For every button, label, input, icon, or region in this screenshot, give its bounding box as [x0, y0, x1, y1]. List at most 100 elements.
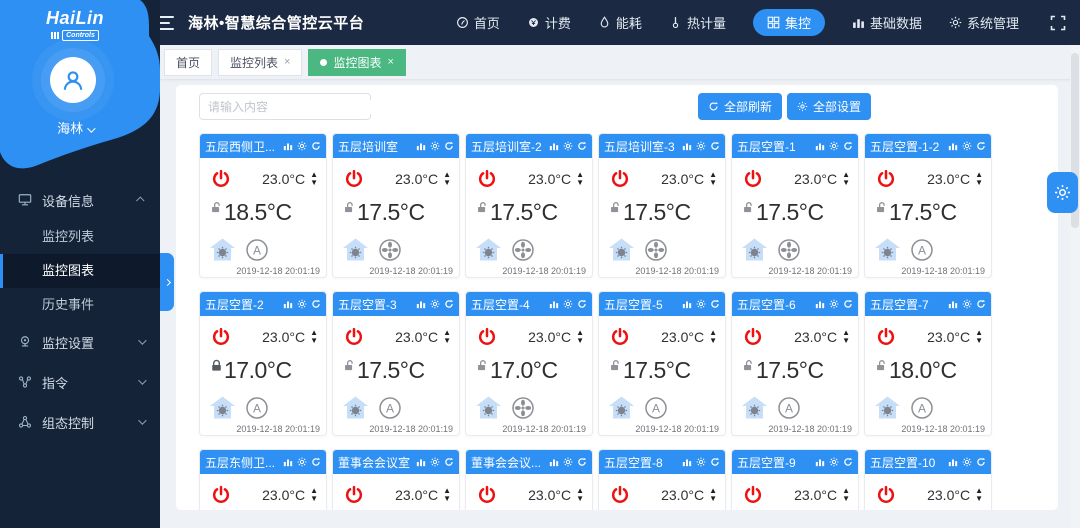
refresh-icon[interactable]	[976, 141, 986, 151]
lock-open-icon[interactable]	[875, 201, 888, 214]
lock-open-icon[interactable]	[609, 201, 622, 214]
close-icon[interactable]: ×	[387, 56, 393, 68]
setpoint-stepper[interactable]: ▲▼	[310, 329, 318, 345]
gear-icon[interactable]	[696, 299, 706, 309]
chart-icon[interactable]	[682, 299, 692, 309]
sidebar-item-device-info[interactable]: 设备信息	[0, 180, 160, 220]
fan-speed-icon[interactable]	[511, 396, 535, 420]
sidebar-item-config-control[interactable]: 组态控制	[0, 402, 160, 442]
fan-auto-icon[interactable]: A	[910, 238, 934, 262]
refresh-icon[interactable]	[710, 457, 720, 467]
refresh-icon[interactable]	[577, 141, 587, 151]
heat-mode-icon[interactable]	[209, 237, 236, 262]
chart-icon[interactable]	[416, 299, 426, 309]
setpoint-stepper[interactable]: ▲▼	[443, 171, 451, 187]
chart-icon[interactable]	[948, 141, 958, 151]
chart-icon[interactable]	[815, 299, 825, 309]
gear-icon[interactable]	[962, 141, 972, 151]
chart-icon[interactable]	[948, 457, 958, 467]
heat-mode-icon[interactable]	[342, 237, 369, 262]
power-icon[interactable]	[876, 327, 896, 347]
setpoint-stepper[interactable]: ▲▼	[842, 487, 850, 503]
gear-icon[interactable]	[563, 457, 573, 467]
refresh-icon[interactable]	[444, 299, 454, 309]
fullscreen-icon[interactable]	[1050, 15, 1066, 31]
refresh-icon[interactable]	[444, 141, 454, 151]
gear-icon[interactable]	[430, 141, 440, 151]
setpoint-stepper[interactable]: ▲▼	[709, 171, 717, 187]
heat-mode-icon[interactable]	[874, 237, 901, 262]
chart-icon[interactable]	[283, 141, 293, 151]
step-down-icon[interactable]: ▼	[576, 179, 584, 187]
sidebar-item-history-events[interactable]: 历史事件	[0, 288, 160, 322]
sidebar-item-monitor-list[interactable]: 监控列表	[0, 220, 160, 254]
power-icon[interactable]	[477, 485, 497, 505]
setpoint-stepper[interactable]: ▲▼	[310, 171, 318, 187]
refresh-all-button[interactable]: 全部刷新	[698, 93, 782, 120]
refresh-icon[interactable]	[577, 299, 587, 309]
step-down-icon[interactable]: ▼	[310, 179, 318, 187]
fan-auto-icon[interactable]: A	[378, 396, 402, 420]
chart-icon[interactable]	[682, 457, 692, 467]
refresh-icon[interactable]	[710, 299, 720, 309]
step-down-icon[interactable]: ▼	[310, 337, 318, 345]
sidebar-item-monitor-chart[interactable]: 监控图表	[0, 254, 160, 288]
chart-icon[interactable]	[549, 141, 559, 151]
power-icon[interactable]	[876, 169, 896, 189]
nav-base-data[interactable]: 基础数据	[852, 13, 922, 32]
refresh-icon[interactable]	[976, 299, 986, 309]
step-down-icon[interactable]: ▼	[842, 495, 850, 503]
search-input[interactable]	[200, 100, 371, 114]
chart-icon[interactable]	[416, 141, 426, 151]
heat-mode-icon[interactable]	[209, 395, 236, 420]
fan-auto-icon[interactable]: A	[245, 238, 269, 262]
nav-heat-metering[interactable]: 热计量	[669, 13, 726, 32]
power-icon[interactable]	[477, 327, 497, 347]
nav-central-control[interactable]: 集控	[753, 9, 825, 36]
power-icon[interactable]	[743, 485, 763, 505]
step-down-icon[interactable]: ▼	[709, 179, 717, 187]
heat-mode-icon[interactable]	[475, 237, 502, 262]
refresh-icon[interactable]	[577, 457, 587, 467]
lock-open-icon[interactable]	[343, 201, 356, 214]
lock-open-icon[interactable]	[609, 359, 622, 372]
scrollbar-track[interactable]	[1070, 45, 1080, 528]
floating-settings-button[interactable]	[1047, 172, 1078, 213]
sidebar-collapse-handle[interactable]	[160, 253, 174, 311]
setpoint-stepper[interactable]: ▲▼	[576, 329, 584, 345]
setpoint-stepper[interactable]: ▲▼	[709, 487, 717, 503]
refresh-icon[interactable]	[311, 457, 321, 467]
lock-closed-icon[interactable]	[210, 359, 223, 372]
fan-auto-icon[interactable]: A	[644, 396, 668, 420]
step-down-icon[interactable]: ▼	[975, 179, 983, 187]
power-icon[interactable]	[743, 169, 763, 189]
power-icon[interactable]	[477, 169, 497, 189]
chart-icon[interactable]	[283, 299, 293, 309]
gear-icon[interactable]	[297, 141, 307, 151]
step-down-icon[interactable]: ▼	[709, 495, 717, 503]
power-icon[interactable]	[344, 169, 364, 189]
nav-home[interactable]: 首页	[456, 13, 500, 32]
fan-auto-icon[interactable]: A	[910, 396, 934, 420]
tab-monitor-list[interactable]: 监控列表 ×	[218, 49, 302, 76]
fan-speed-icon[interactable]	[378, 238, 402, 262]
setpoint-stepper[interactable]: ▲▼	[842, 329, 850, 345]
fan-speed-icon[interactable]	[777, 238, 801, 262]
power-icon[interactable]	[344, 327, 364, 347]
lock-open-icon[interactable]	[343, 359, 356, 372]
chart-icon[interactable]	[815, 141, 825, 151]
gear-icon[interactable]	[829, 141, 839, 151]
step-down-icon[interactable]: ▼	[310, 495, 318, 503]
setpoint-stepper[interactable]: ▲▼	[443, 329, 451, 345]
chart-icon[interactable]	[948, 299, 958, 309]
power-icon[interactable]	[610, 169, 630, 189]
step-down-icon[interactable]: ▼	[709, 337, 717, 345]
power-icon[interactable]	[610, 327, 630, 347]
chart-icon[interactable]	[682, 141, 692, 151]
gear-icon[interactable]	[563, 299, 573, 309]
setpoint-stepper[interactable]: ▲▼	[443, 487, 451, 503]
step-down-icon[interactable]: ▼	[443, 179, 451, 187]
sidebar-item-command[interactable]: 指令	[0, 362, 160, 402]
chart-icon[interactable]	[416, 457, 426, 467]
refresh-icon[interactable]	[311, 141, 321, 151]
